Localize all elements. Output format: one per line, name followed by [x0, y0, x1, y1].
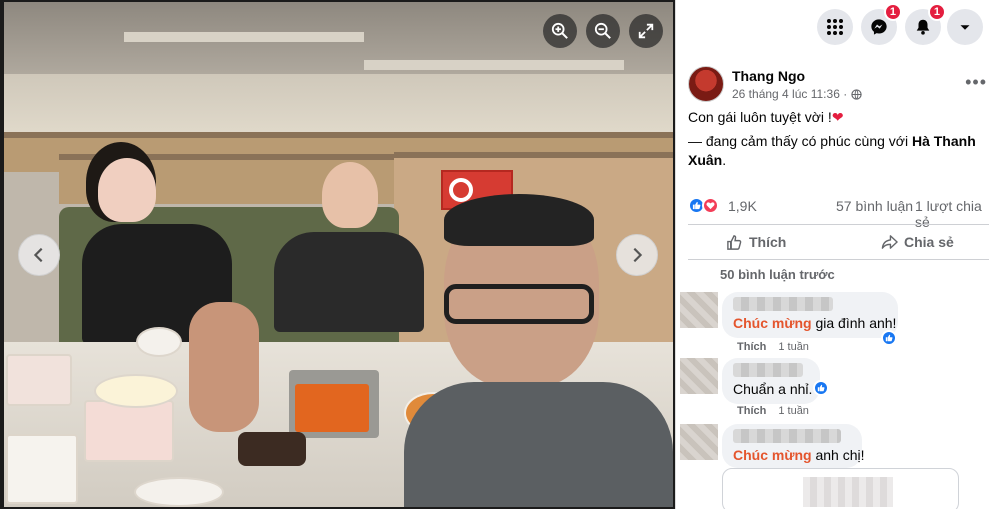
- like-button[interactable]: Thích: [726, 227, 786, 257]
- post-header: Thang Ngo 26 tháng 4 lúc 11:36 · •••: [688, 66, 993, 106]
- comment-time[interactable]: 1 tuần: [778, 341, 809, 353]
- photo-plate: [94, 374, 178, 408]
- menu-grid-icon: [827, 19, 843, 35]
- photo-person-man-watch: [238, 432, 306, 466]
- account-button[interactable]: [947, 9, 983, 45]
- post-caption: Con gái luôn tuyệt vời !❤ — đang cảm thấ…: [688, 108, 988, 170]
- author-name[interactable]: Thang Ngo: [732, 68, 805, 84]
- chevron-left-icon: [33, 247, 43, 263]
- more-options-icon[interactable]: •••: [965, 72, 987, 93]
- photo-viewer: [0, 0, 675, 509]
- divider: [688, 259, 989, 260]
- zoom-in-button[interactable]: [543, 14, 577, 48]
- account-caret-icon: [960, 25, 970, 30]
- comment-input-box[interactable]: [722, 468, 959, 509]
- author-avatar[interactable]: [688, 66, 724, 102]
- blurred-content: [803, 477, 893, 507]
- photo-bowl: [134, 477, 224, 507]
- comment-like-reaction-icon[interactable]: [813, 380, 829, 396]
- comment-text: Chúc mừng gia đình anh!: [733, 315, 896, 331]
- menu-button[interactable]: [817, 9, 853, 45]
- thumbs-up-icon: [727, 234, 742, 250]
- comment-body: gia đình anh!: [811, 315, 897, 331]
- caption-text: Con gái luôn tuyệt vời !: [688, 109, 832, 125]
- top-navigation-bar: 1 1: [676, 0, 1000, 54]
- commenter-avatar[interactable]: [680, 424, 718, 460]
- comment-body: Chuẩn a nhỉ.: [733, 381, 813, 397]
- commenter-name-blurred[interactable]: [733, 297, 833, 311]
- post-actions: Thích Chia sẻ: [688, 227, 989, 257]
- reaction-count[interactable]: 1,9K: [728, 198, 757, 214]
- caption-line-2: — đang cảm thấy có phúc cùng với Hà Than…: [688, 132, 988, 170]
- photo-person-girl-face: [322, 162, 378, 228]
- post-side-panel: 1 1 Thang Ngo 26 tháng 4 lúc 11:36 · •••…: [675, 0, 1000, 509]
- comment-bubble: Chúc mừng anh chị!: [722, 424, 865, 468]
- comment-body: anh chị!: [811, 447, 865, 463]
- photo-crab-tray: [84, 400, 174, 462]
- share-count[interactable]: 1 lượt chia sẻ: [915, 198, 993, 230]
- photo-person-man-hand: [189, 302, 259, 432]
- comment-text: Chuẩn a nhỉ.: [733, 381, 813, 397]
- chevron-right-icon: [633, 247, 643, 263]
- photo-bowl: [136, 327, 182, 357]
- photo-ceiling-beam: [364, 60, 624, 70]
- photo-fishball-tray: [6, 434, 78, 504]
- notifications-bell-icon: [916, 19, 930, 35]
- photo-ceiling-beam: [124, 32, 364, 42]
- photo-person-girl-body: [274, 232, 424, 332]
- comment-actions: Thích 1 tuần: [737, 341, 809, 353]
- share-button[interactable]: Chia sẻ: [881, 227, 954, 257]
- caption-line-1: Con gái luôn tuyệt vời !❤: [688, 108, 988, 127]
- heart-emoji-icon: ❤: [831, 109, 844, 125]
- reaction-icons[interactable]: [688, 197, 719, 214]
- view-previous-comments-link[interactable]: 50 bình luận trước: [720, 267, 835, 282]
- photo-person-man-body: [404, 382, 673, 507]
- comment-text: Chúc mừng anh chị!: [733, 447, 865, 463]
- share-label: Chia sẻ: [904, 234, 954, 250]
- messenger-badge: 1: [883, 3, 902, 21]
- photo-meat-tray: [6, 354, 72, 406]
- feeling-suffix: .: [722, 152, 727, 168]
- zoom-out-button[interactable]: [586, 14, 620, 48]
- next-photo-button[interactable]: [616, 234, 658, 276]
- comment-highlight: Chúc mừng: [733, 447, 812, 463]
- comment-like-reaction-icon[interactable]: [881, 330, 897, 346]
- like-label: Thích: [749, 234, 787, 250]
- post-stats: 1,9K 57 bình luận 1 lượt chia sẻ: [688, 196, 993, 230]
- zoom-in-icon: [551, 22, 568, 39]
- comment-highlight: Chúc mừng: [733, 315, 812, 331]
- post-timestamp[interactable]: 26 tháng 4 lúc 11:36 ·: [732, 87, 847, 101]
- photo-person-man-hair: [444, 194, 594, 246]
- zoom-out-icon: [594, 22, 611, 39]
- comment-actions: Thích 1 tuần: [737, 405, 809, 417]
- fullscreen-icon: [638, 23, 654, 39]
- commenter-avatar[interactable]: [680, 358, 718, 394]
- notifications-badge: 1: [927, 3, 946, 21]
- commenter-avatar[interactable]: [680, 292, 718, 328]
- commenter-name-blurred[interactable]: [733, 429, 841, 443]
- photo-person-woman-face: [98, 158, 156, 222]
- comment-bubble: Chuẩn a nhỉ.: [722, 358, 820, 404]
- messenger-button[interactable]: 1: [861, 3, 902, 45]
- divider: [688, 224, 989, 225]
- comment-time[interactable]: 1 tuần: [778, 405, 809, 417]
- fullscreen-button[interactable]: [629, 14, 663, 48]
- previous-photo-button[interactable]: [18, 234, 60, 276]
- feeling-text: — đang cảm thấy có phúc cùng với: [688, 133, 912, 149]
- love-reaction-icon: [702, 197, 719, 214]
- share-arrow-icon: [881, 234, 898, 249]
- comment-like-link[interactable]: Thích: [737, 341, 766, 353]
- post-meta: 26 tháng 4 lúc 11:36 ·: [732, 87, 862, 101]
- commenter-name-blurred[interactable]: [733, 363, 803, 377]
- notifications-button[interactable]: 1: [905, 3, 946, 45]
- comment-bubble: Chúc mừng gia đình anh!: [722, 292, 898, 338]
- comment-like-link[interactable]: Thích: [737, 405, 766, 417]
- photo-person-man-glasses: [444, 284, 594, 324]
- photo-hotpot: [289, 370, 379, 438]
- messenger-icon: [871, 19, 887, 35]
- globe-icon: [851, 88, 862, 100]
- comment-count[interactable]: 57 bình luận: [836, 198, 913, 214]
- post-photo[interactable]: [4, 2, 673, 507]
